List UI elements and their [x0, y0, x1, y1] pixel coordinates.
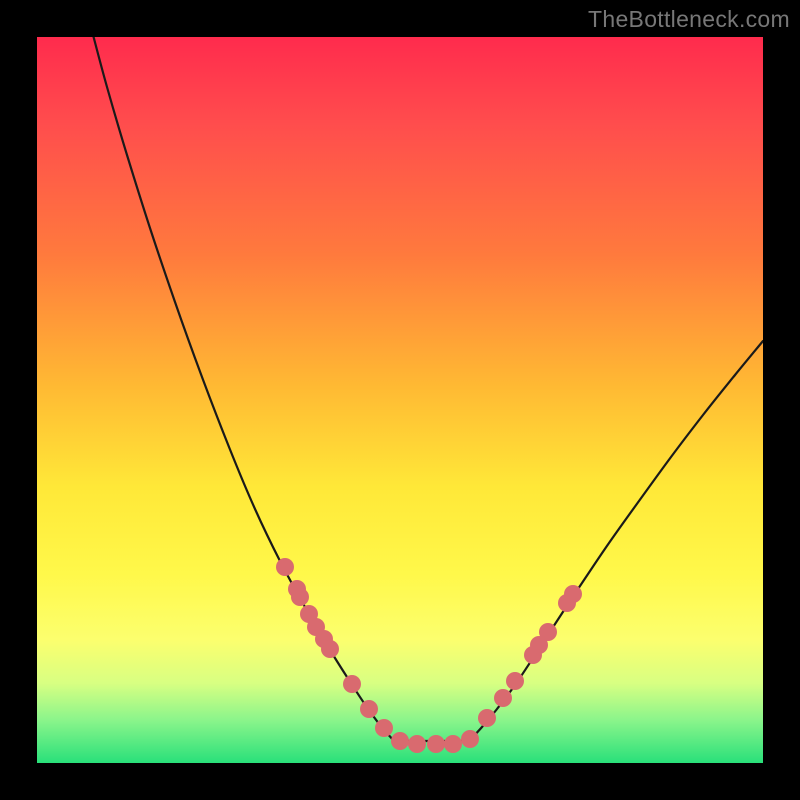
data-dot	[408, 735, 426, 753]
data-dot	[506, 672, 524, 690]
data-dot	[564, 585, 582, 603]
data-dot	[375, 719, 393, 737]
plot-area	[37, 37, 763, 763]
data-dot	[494, 689, 512, 707]
data-dot	[461, 730, 479, 748]
data-dot	[444, 735, 462, 753]
data-dot	[478, 709, 496, 727]
data-dot	[276, 558, 294, 576]
data-dot	[427, 735, 445, 753]
outer-frame: TheBottleneck.com	[0, 0, 800, 800]
dots-group	[276, 558, 582, 753]
data-dot	[539, 623, 557, 641]
data-dot	[391, 732, 409, 750]
data-dot	[343, 675, 361, 693]
data-dot	[321, 640, 339, 658]
watermark-text: TheBottleneck.com	[588, 6, 790, 33]
curve-group	[92, 37, 763, 741]
chart-svg	[37, 37, 763, 763]
curve-left-curve	[92, 37, 394, 741]
data-dot	[291, 588, 309, 606]
data-dot	[360, 700, 378, 718]
